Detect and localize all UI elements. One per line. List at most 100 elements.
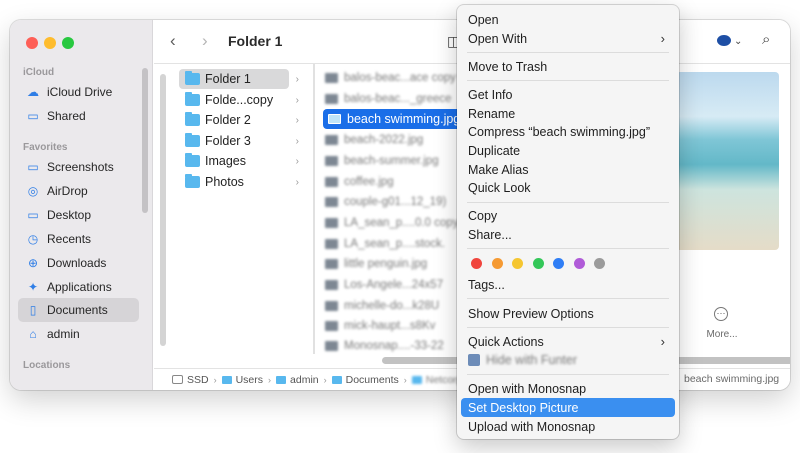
more-icon[interactable]: ··· [714,307,728,321]
sidebar-item-downloads[interactable]: ⊕ Downloads [18,251,139,275]
sidebar-item-label: admin [47,327,80,341]
menu-item-label: Open With [468,31,528,46]
path-segment[interactable]: Users [221,374,263,386]
path-segment[interactable]: SSD [172,374,209,386]
zoom-button[interactable] [62,37,74,49]
file-item[interactable]: balos-beac...ace copy [325,68,465,88]
menu-item-upload-with-monosnap[interactable]: Upload with Monosnap [461,417,675,436]
file-label: Monosnap....-33-22 [344,340,444,352]
sidebar-item-admin[interactable]: ⌂ admin [18,322,139,346]
menu-item-make-alias[interactable]: Make Alias [461,160,675,179]
sidebar-item-screenshots[interactable]: ▭ Screenshots [18,155,139,179]
cloud-icon: ☁ [27,85,39,99]
file-item[interactable]: coffee.jpg [325,172,465,192]
menu-item-open-with[interactable]: Open With › [461,29,675,48]
path-segment[interactable]: Documents [331,374,399,386]
tag-color-dot[interactable] [532,258,544,269]
sidebar-item-applications[interactable]: ✦ Applications [18,275,139,299]
folder-item[interactable]: Folder 2 › [179,110,299,130]
tag-color-dot[interactable] [553,258,564,269]
file-item[interactable]: couple-g01...12_19) [325,192,465,212]
menu-item-duplicate[interactable]: Duplicate [461,141,675,160]
image-thumbnail-icon [325,301,338,311]
menu-item-label: Copy [468,208,498,223]
sidebar-item-recents[interactable]: ◷ Recents [18,227,139,251]
sidebar-item-documents[interactable]: ▯ Documents [18,298,139,322]
sidebar-item-shared[interactable]: ▭ Shared [18,104,139,128]
chevron-right-icon: › [295,94,299,106]
menu-item-quick-look[interactable]: Quick Look [461,178,675,197]
tag-color-dot[interactable] [573,258,585,269]
menu-item-get-info[interactable]: Get Info [461,85,675,104]
eye-icon[interactable] [717,35,731,46]
folder-item[interactable]: Folde...copy › [179,90,299,110]
file-item[interactable]: beach-2022.jpg [325,130,465,150]
file-item[interactable]: LA_sean_p....stock. [325,234,465,254]
menu-item-share[interactable]: Share... [461,225,675,244]
chevron-down-icon[interactable]: ⌄ [734,36,742,47]
sidebar-item-icloud-drive[interactable]: ☁ iCloud Drive [18,80,139,104]
file-label: little penguin.jpg [344,258,428,270]
menu-item-open-with-monosnap[interactable]: Open with Monosnap [461,379,675,398]
tag-color-dot[interactable] [594,258,605,269]
menu-item-compress[interactable]: Compress “beach swimming.jpg” [461,122,675,141]
file-item-selected[interactable]: beach swimming.jpg [323,109,471,129]
menu-item-label: Open [468,12,499,27]
tag-color-dot[interactable] [491,258,503,269]
file-item[interactable]: Monosnap....-33-22 [325,336,465,356]
sidebar-item-label: Desktop [47,208,92,222]
tag-color-dot[interactable] [471,258,482,269]
menu-divider [467,202,669,203]
folder-item[interactable]: Folder 1 › [179,69,299,89]
minimize-button[interactable] [44,37,56,49]
menu-divider [467,52,669,53]
folder-item[interactable]: Folder 3 › [179,131,299,151]
menu-item-hide-with-funter[interactable]: Hide with Funter [461,350,675,369]
file-item[interactable]: beach-summer.jpg [325,151,465,171]
menu-item-copy[interactable]: Copy [461,206,675,225]
image-thumbnail-icon [325,321,338,331]
forward-icon[interactable]: › [202,31,208,51]
path-segment[interactable]: Netcorp [411,374,463,386]
close-button[interactable] [26,37,38,49]
folder-icon [185,133,200,147]
file-label: couple-g01...12_19) [344,196,447,208]
menu-item-tags[interactable]: Tags... [461,275,675,294]
file-item[interactable]: balos-beac..._greece [325,89,465,109]
path-segment[interactable]: admin [276,374,319,386]
back-icon[interactable]: ‹ [170,31,176,51]
sidebar-item-desktop[interactable]: ▭ Desktop [18,203,139,227]
menu-divider [467,327,669,328]
menu-item-label: Share... [468,227,512,242]
column-files: balos-beac...ace copy balos-beac..._gree… [314,64,471,356]
image-thumbnail-icon [325,239,338,249]
tag-color-dot[interactable] [512,258,523,269]
file-item[interactable]: mick-haupt...s8Kv [325,316,465,336]
sidebar-item-label: AirDrop [47,184,88,198]
image-thumbnail-icon [325,259,338,269]
sidebar-scrollbar[interactable] [142,68,148,213]
chevron-right-icon: › [295,114,299,126]
folder-item[interactable]: Images › [179,151,299,171]
column-scrollbar[interactable] [160,74,166,346]
more-button-label[interactable]: More... [702,329,742,340]
file-item[interactable]: little penguin.jpg [325,254,465,274]
menu-item-show-preview-options[interactable]: Show Preview Options [461,304,675,323]
sidebar-heading-locations: Locations [23,360,71,371]
menu-item-label: Duplicate [468,143,521,158]
folder-item[interactable]: Photos › [179,172,299,192]
menu-item-rename[interactable]: Rename [461,104,675,123]
menu-item-open[interactable]: Open [461,10,675,29]
menu-item-move-to-trash[interactable]: Move to Trash [461,57,675,76]
file-item[interactable]: Los-Angele...24x57 [325,275,465,295]
menu-item-label: Tags... [468,277,505,292]
menu-item-set-desktop-picture[interactable]: Set Desktop Picture [461,398,675,417]
menu-item-quick-actions[interactable]: Quick Actions › [461,332,675,351]
search-icon[interactable]: ⌕ [762,31,770,48]
image-thumbnail-icon [325,341,338,351]
sidebar-item-airdrop[interactable]: ◎ AirDrop [18,179,139,203]
sidebar: iCloud ☁ iCloud Drive ▭ Shared Favorites… [10,20,153,390]
file-item[interactable]: michelle-do...k28U [325,296,465,316]
file-item[interactable]: LA_sean_p....0.0 copy [325,213,465,233]
shared-folder-icon: ▭ [27,109,39,123]
